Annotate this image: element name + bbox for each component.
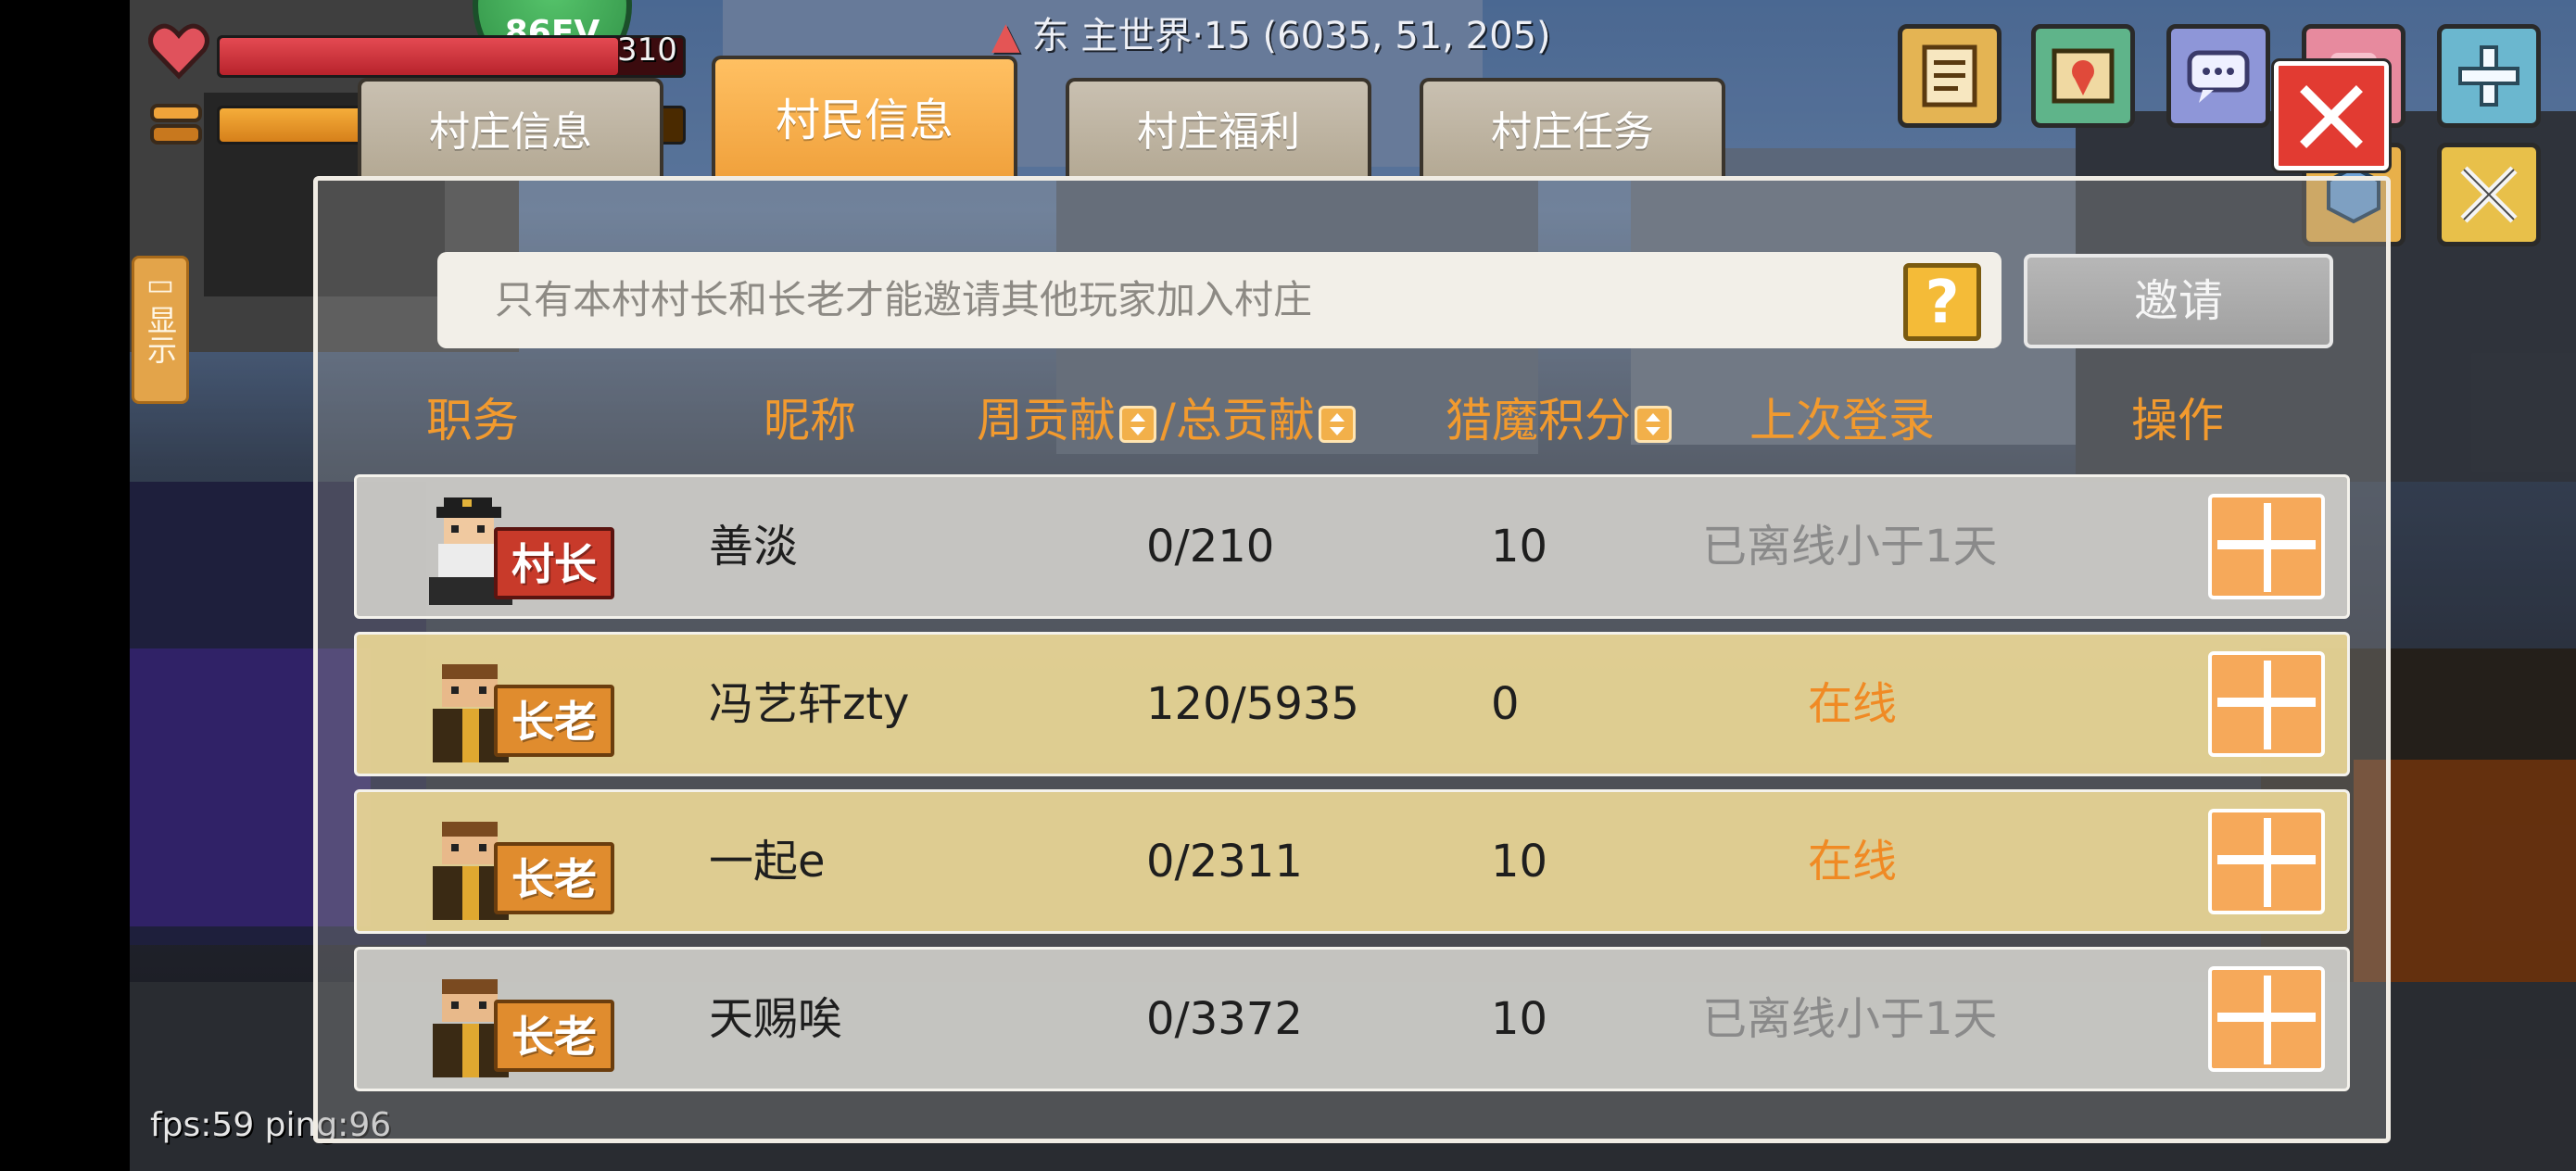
map-button[interactable] [2031,24,2135,128]
member-name: 冯艺轩zty [709,678,910,730]
member-row: 长老 冯艺轩zty 120/5935 0 在线 [354,632,2350,776]
member-row: 长老 一起e 0/2311 10 在线 [354,789,2350,934]
member-points: 0 [1491,678,1520,730]
invite-input[interactable]: 只有本村村长和长老才能邀请其他玩家加入村庄 [437,252,2001,348]
tab-village-tasks[interactable]: 村庄任务 [1420,78,1725,176]
header-points: 猎魔积分 [1446,384,1675,450]
sort-points-icon[interactable] [1635,405,1672,443]
member-row: 村长 善淡 0/210 10 已离线小于1天 [354,474,2350,619]
role-badge-elder: 长老 [494,1000,614,1072]
tab-villager-info[interactable]: 村民信息 [712,56,1017,178]
help-button[interactable]: ? [1903,263,1981,341]
member-last-login: 在线 [1808,678,1898,730]
member-last-login: 在线 [1808,836,1898,888]
health-bar-fill [220,38,618,75]
header-separator: / [1160,394,1176,447]
tab-village-welfare[interactable]: 村庄福利 [1066,78,1371,176]
close-button[interactable] [2271,58,2392,173]
crossed-swords-icon [2460,166,2518,223]
header-total: 总贡献 [1175,394,1315,447]
sort-weekly-icon[interactable] [1119,405,1156,443]
location-readout: ▲ 东 主世界·15 (6035, 51, 205) [991,6,1551,59]
member-name: 一起e [709,836,826,888]
member-name: 善淡 [709,521,799,573]
member-row: 长老 天赐唉 0/3372 10 已离线小于1天 [354,947,2350,1091]
member-action-button[interactable] [2208,651,2325,757]
hunger-icon [150,104,202,145]
role-badge-chief: 村长 [494,527,614,599]
member-last-login: 已离线小于1天 [1702,521,1998,573]
tab-village-info[interactable]: 村庄信息 [358,78,663,176]
display-toggle-label: 显示 [143,305,178,364]
member-points: 10 [1491,836,1548,888]
plus-icon [2458,45,2519,107]
heart-icon [148,23,209,80]
sort-total-icon[interactable] [1318,405,1356,443]
member-points: 10 [1491,521,1548,573]
role-badge-elder: 长老 [494,685,614,757]
chat-icon [2187,50,2250,103]
member-contribution: 0/3372 [1146,993,1303,1045]
scroll-button[interactable] [1898,24,2001,128]
member-contribution: 120/5935 [1146,678,1359,730]
display-toggle-tab[interactable]: ▭ 显示 [132,256,189,404]
map-icon [2052,48,2115,104]
battle-button[interactable] [2437,143,2541,246]
header-role: 职务 [426,394,519,447]
header-action: 操作 [2131,394,2224,447]
header-contribution: 周贡献 /总贡献 [977,384,1359,450]
header-last-login: 上次登录 [1749,394,1935,447]
header-nickname: 昵称 [764,394,856,447]
role-badge-elder: 长老 [494,842,614,914]
invite-button[interactable]: 邀请 [2024,254,2333,348]
plus-button[interactable] [2437,24,2541,128]
scroll-icon [1922,44,1977,107]
member-last-login: 已离线小于1天 [1702,993,1998,1045]
member-action-button[interactable] [2208,966,2325,1072]
member-contribution: 0/210 [1146,521,1275,573]
health-bar [217,35,686,78]
member-points: 10 [1491,993,1548,1045]
header-weekly: 周贡献 [977,394,1116,447]
member-name: 天赐唉 [709,993,843,1045]
health-value: 310 [617,31,677,69]
member-contribution: 0/2311 [1146,836,1303,888]
compass-arrow-icon: ▲ [991,15,1020,57]
chat-button[interactable] [2166,24,2270,128]
header-points-label: 猎魔积分 [1446,394,1631,447]
member-action-button[interactable] [2208,494,2325,599]
location-text: 东 主世界·15 (6035, 51, 205) [1031,15,1551,57]
member-action-button[interactable] [2208,809,2325,914]
chat-bubble-icon: ▭ [145,267,175,302]
